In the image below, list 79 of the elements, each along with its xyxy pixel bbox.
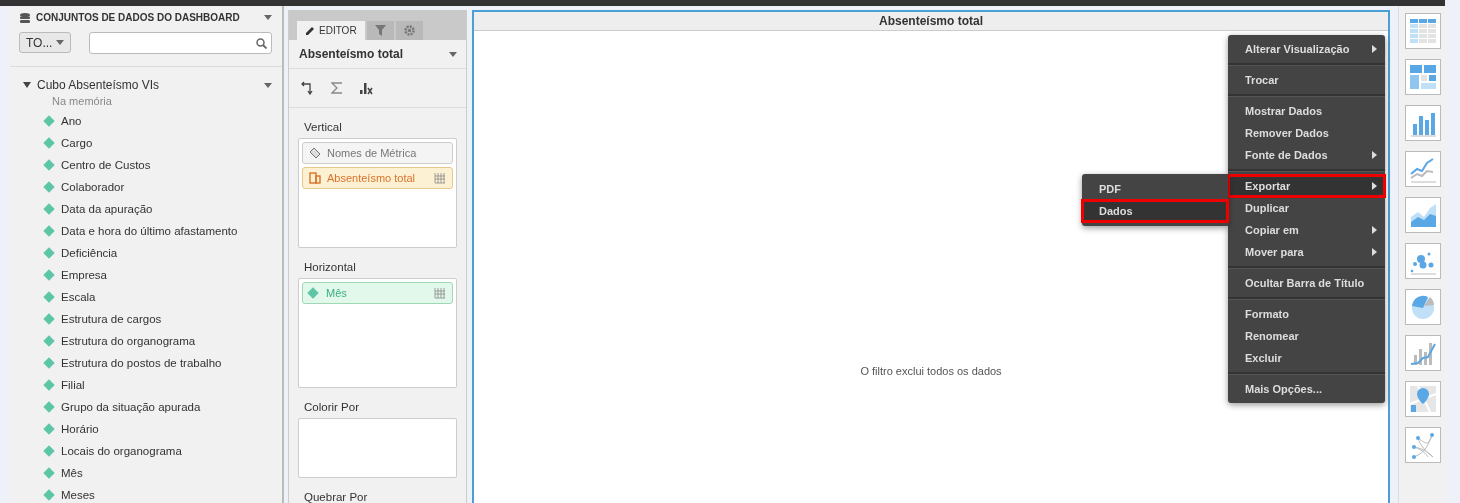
grid-chart-type-icon[interactable] xyxy=(1404,13,1441,49)
attribute-item[interactable]: Estrutura do postos de trabalho xyxy=(10,352,282,374)
search-field[interactable] xyxy=(89,32,272,54)
menu-item[interactable]: PDF xyxy=(1082,178,1228,200)
menu-item[interactable]: Exportar xyxy=(1228,175,1385,197)
dropdown-caret-icon[interactable] xyxy=(264,15,272,20)
attribute-item[interactable]: Data da apuração xyxy=(10,198,282,220)
attribute-icon xyxy=(307,287,319,299)
dropdown-caret-icon[interactable] xyxy=(449,51,457,57)
drop-zone-label: Colorir Por xyxy=(303,400,360,415)
search-icon xyxy=(256,37,267,49)
attribute-item[interactable]: Empresa xyxy=(10,264,282,286)
attribute-item[interactable]: Deficiência xyxy=(10,242,282,264)
grid-icon[interactable] xyxy=(434,287,446,299)
attribute-item[interactable]: Grupo da situação apurada xyxy=(10,396,282,418)
tag-icon xyxy=(309,147,321,159)
menu-item[interactable]: Ocultar Barra de Título xyxy=(1228,272,1385,294)
sigma-icon[interactable] xyxy=(331,81,343,95)
menu-item[interactable]: Remover Dados xyxy=(1228,122,1385,144)
menu-item[interactable]: Renomear xyxy=(1228,325,1385,347)
menu-item[interactable]: Trocar xyxy=(1228,69,1385,91)
filter-icon xyxy=(374,25,386,36)
filter-tab[interactable] xyxy=(366,21,394,40)
area-chart-type-icon[interactable] xyxy=(1404,197,1441,233)
menu-item[interactable]: Duplicar xyxy=(1228,197,1385,219)
attribute-item[interactable]: Locais do organograma xyxy=(10,440,282,462)
empty-message: O filtro exclui todos os dados xyxy=(860,365,1002,377)
bubble-chart-type-icon[interactable] xyxy=(1404,243,1441,279)
settings-tab[interactable] xyxy=(395,21,423,40)
gear-icon xyxy=(403,25,415,36)
pencil-icon xyxy=(305,25,315,36)
panel-title: CONJUNTOS DE DADOS DO DASHBOARD xyxy=(36,12,241,23)
attribute-item[interactable]: Centro de Custos xyxy=(10,154,282,176)
attribute-item[interactable]: Estrutura de cargos xyxy=(10,308,282,330)
menu-item[interactable]: Dados xyxy=(1082,200,1228,222)
expand-triangle-icon[interactable] xyxy=(23,81,31,89)
attribute-item[interactable]: Colaborador xyxy=(10,176,282,198)
visualization-name[interactable]: Absenteísmo total xyxy=(299,47,449,61)
bar-chart-x-icon[interactable] xyxy=(359,81,373,95)
metric-names-chip[interactable]: Nomes de Métrica xyxy=(302,142,453,164)
attribute-item[interactable]: Cargo xyxy=(10,132,282,154)
visualization-title: Absenteísmo total xyxy=(474,12,1388,31)
filter-dropdown[interactable]: TO... xyxy=(19,32,72,53)
database-icon xyxy=(20,12,30,23)
attribute-item[interactable]: Estrutura do organograma xyxy=(10,330,282,352)
combo-chart-type-icon[interactable] xyxy=(1404,335,1441,371)
bar-chart-type-icon[interactable] xyxy=(1404,105,1441,141)
attribute-item[interactable]: Ano xyxy=(10,110,282,132)
dropdown-caret-icon[interactable] xyxy=(264,82,272,88)
attribute-item[interactable]: Data e hora do último afastamento xyxy=(10,220,282,242)
pie-chart-type-icon[interactable] xyxy=(1404,289,1441,325)
drop-zone-label: Vertical xyxy=(303,120,343,135)
drop-zone[interactable] xyxy=(298,418,457,478)
drop-zone[interactable]: Nomes de Métrica Absenteísmo total xyxy=(298,138,457,248)
menu-item[interactable]: Alterar Visualização xyxy=(1228,38,1385,60)
editor-tab[interactable]: EDITOR xyxy=(297,21,365,40)
dataset-name[interactable]: Cubo Absenteísmo VIs xyxy=(37,78,258,92)
menu-item[interactable]: Mais Opções... xyxy=(1228,378,1385,400)
map-chart-type-icon[interactable] xyxy=(1404,381,1441,417)
menu-item[interactable]: Mostrar Dados xyxy=(1228,100,1385,122)
metric-icon xyxy=(309,172,321,184)
dataset-status: Na memória xyxy=(51,95,113,107)
attribute-item[interactable]: Escala xyxy=(10,286,282,308)
attribute-item[interactable]: Mês xyxy=(10,462,282,484)
attribute-item[interactable]: Horário xyxy=(10,418,282,440)
menu-item[interactable]: Formato xyxy=(1228,303,1385,325)
line-chart-type-icon[interactable] xyxy=(1404,151,1441,187)
attribute-item[interactable]: Meses xyxy=(10,484,282,503)
grid-icon[interactable] xyxy=(434,172,446,184)
heatmap-chart-type-icon[interactable] xyxy=(1404,59,1441,95)
swap-axes-icon[interactable] xyxy=(301,81,315,95)
attribute-item[interactable]: Filial xyxy=(10,374,282,396)
menu-item[interactable]: Mover para xyxy=(1228,241,1385,263)
menu-item[interactable]: Excluir xyxy=(1228,347,1385,369)
network-chart-type-icon[interactable] xyxy=(1404,427,1441,463)
drop-zone-label: Horizontal xyxy=(303,260,357,275)
menu-item[interactable]: Fonte de Dados xyxy=(1228,144,1385,166)
menu-item[interactable]: Copiar em xyxy=(1228,219,1385,241)
drop-zone-label: Quebrar Por xyxy=(303,490,369,503)
